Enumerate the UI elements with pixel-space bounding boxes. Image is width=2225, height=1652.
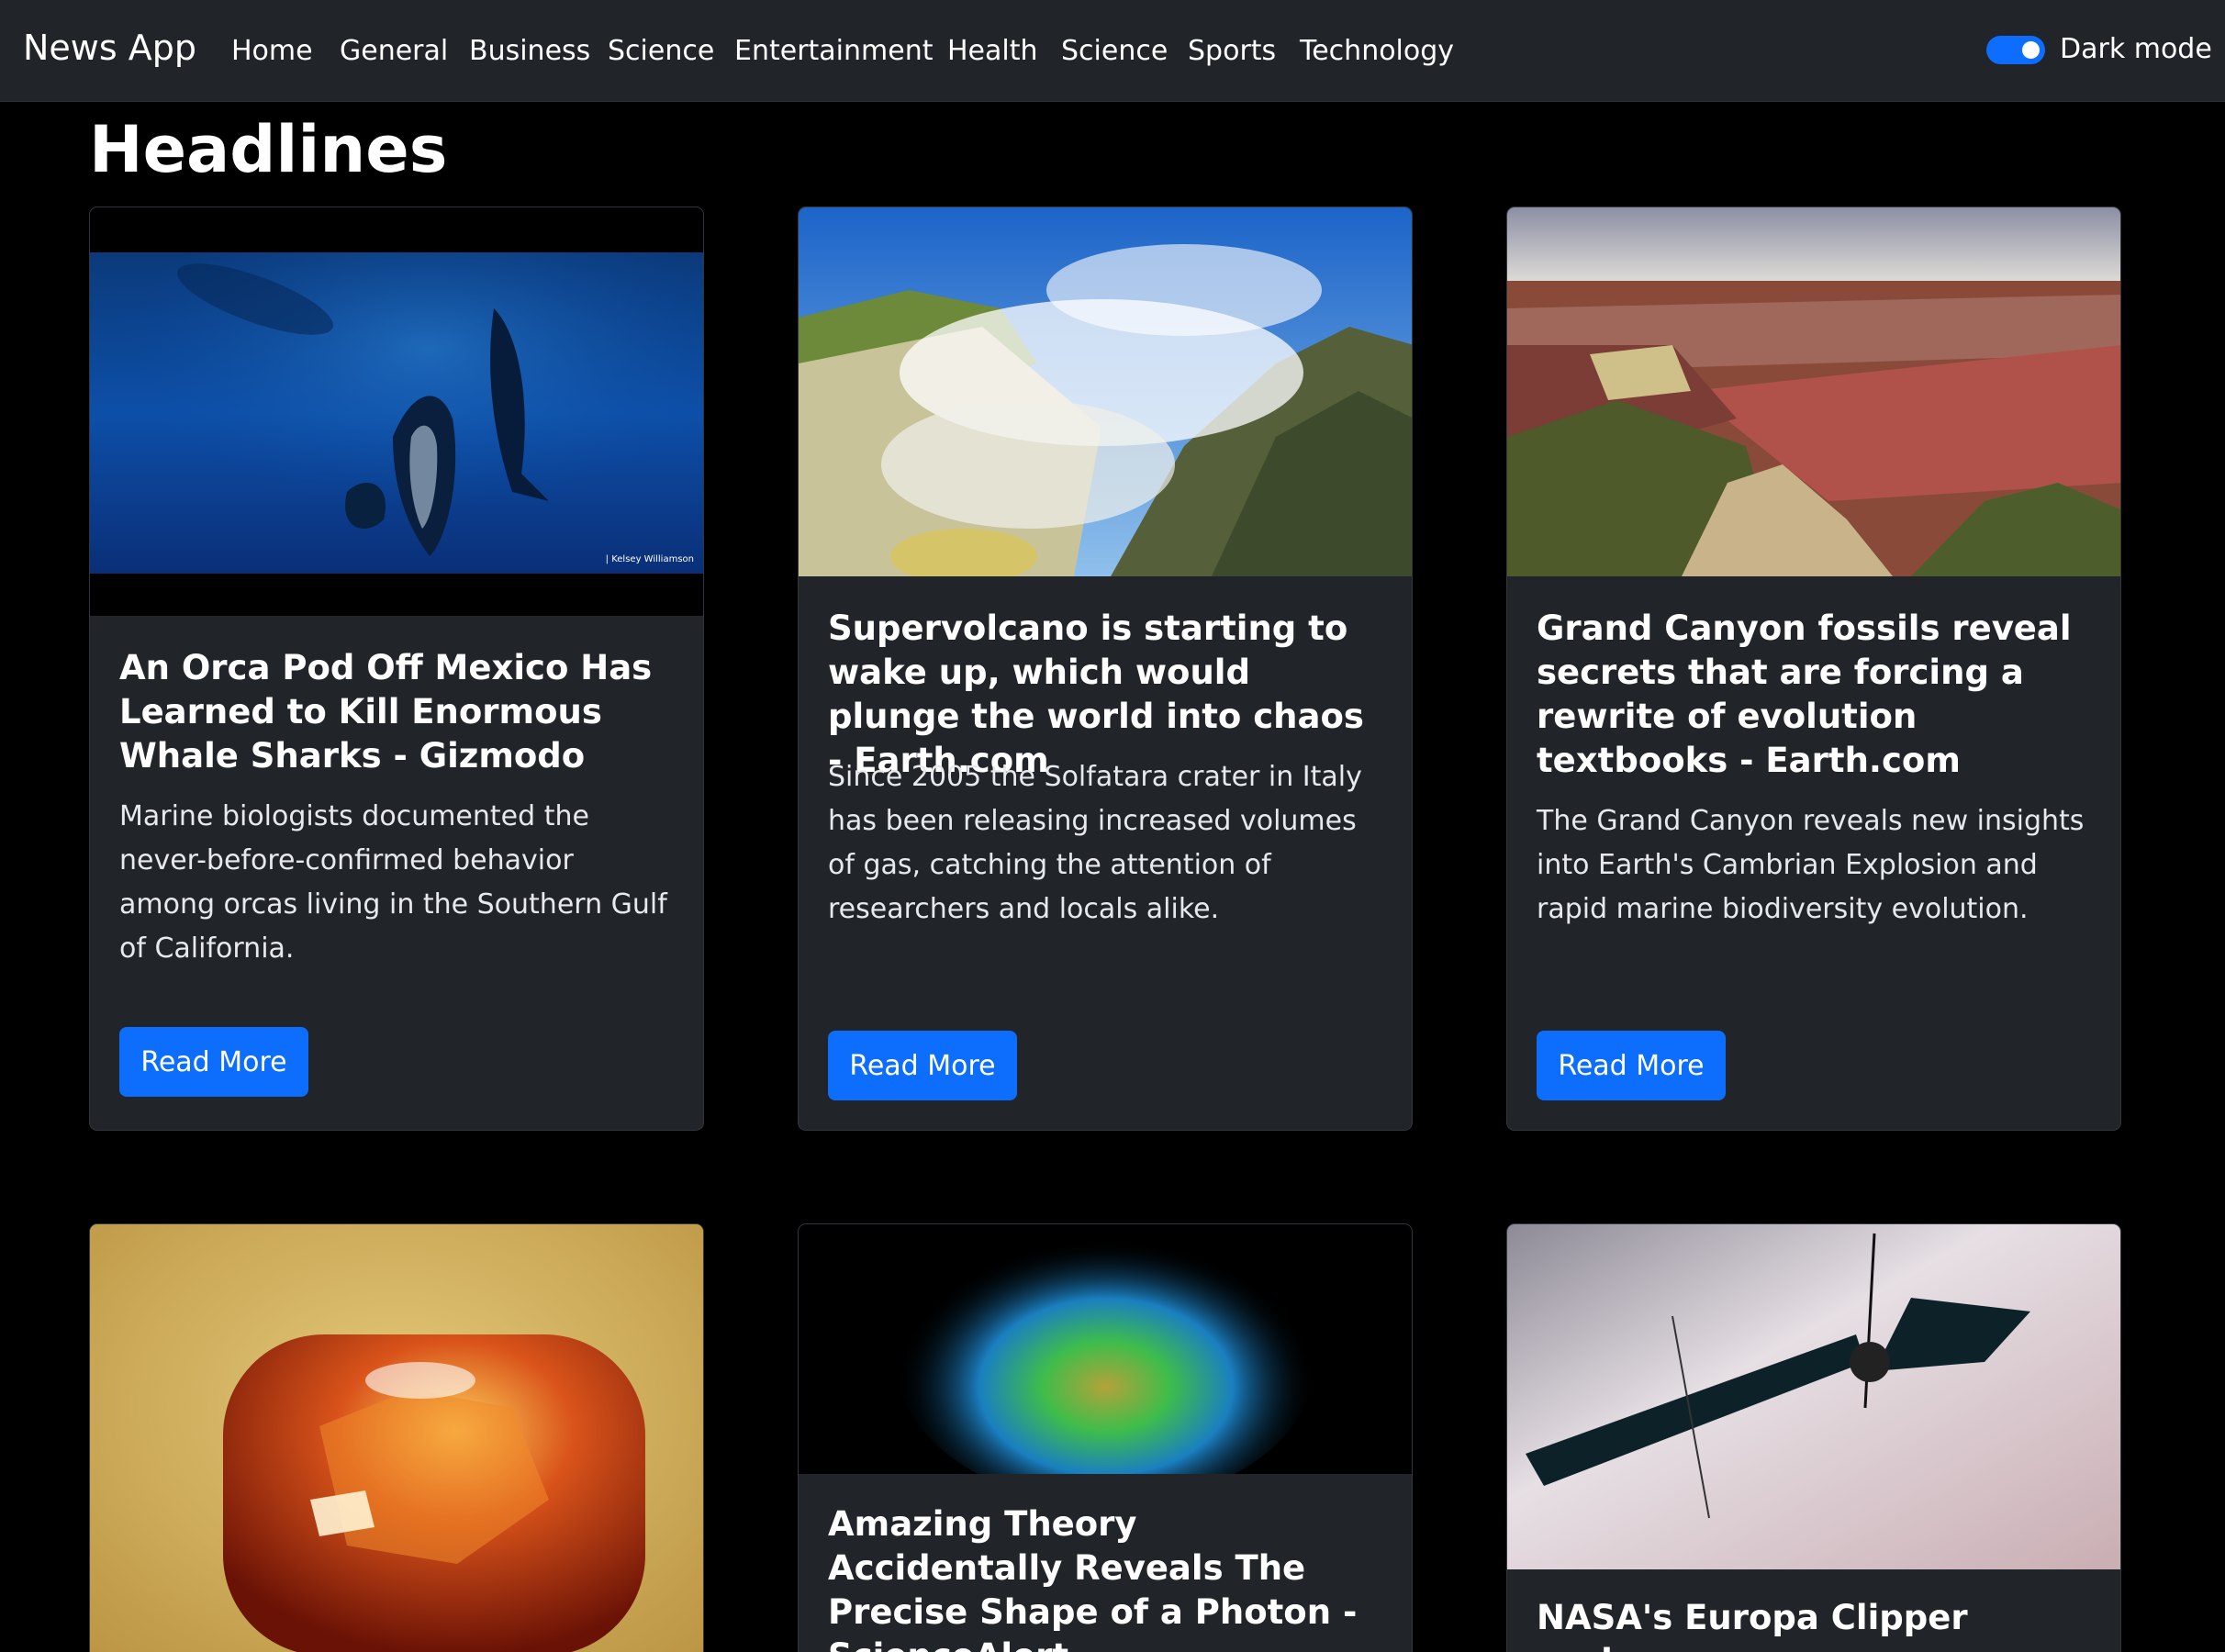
read-more-button[interactable]: Read More [828, 1031, 1017, 1100]
article-card: Amazing Theory Accidentally Reveals The … [798, 1223, 1413, 1652]
article-image[interactable] [799, 207, 1412, 576]
brand-link[interactable]: News App [23, 28, 196, 68]
page-title: Headlines [89, 112, 448, 187]
article-title: An Orca Pod Off Mexico Has Learned to Ki… [119, 648, 653, 776]
article-card: Grand Canyon fossils reveal secrets that… [1506, 206, 2121, 1131]
article-image[interactable] [1507, 1224, 2120, 1569]
toggle-knob [2022, 41, 2040, 59]
dark-mode-label: Dark mode [2060, 33, 2212, 65]
nav-science[interactable]: Science [608, 35, 714, 67]
article-description: Since 2005 the Solfatara crater in Italy… [828, 761, 1362, 925]
read-more-button[interactable]: Read More [1537, 1031, 1726, 1100]
image-credit: | Kelsey Williamson [605, 554, 694, 564]
article-image[interactable] [1507, 207, 2120, 576]
nav-general[interactable]: General [340, 35, 448, 67]
nav-sports[interactable]: Sports [1188, 35, 1276, 67]
article-title: Grand Canyon fossils reveal secrets that… [1537, 608, 2072, 780]
nav-health[interactable]: Health [947, 35, 1038, 67]
article-card: | Kelsey Williamson An Orca Pod Off Mexi… [89, 206, 704, 1131]
dark-mode-toggle[interactable] [1986, 36, 2045, 64]
article-card [89, 1223, 704, 1652]
article-title: NASA's Europa Clipper probe [1537, 1598, 1968, 1652]
article-image[interactable] [799, 1224, 1412, 1474]
nav-science-2[interactable]: Science [1061, 35, 1168, 67]
article-title: Amazing Theory Accidentally Reveals The … [828, 1504, 1358, 1652]
article-card: NASA's Europa Clipper probe [1506, 1223, 2121, 1652]
nav-entertainment[interactable]: Entertainment [734, 35, 933, 67]
nav-technology[interactable]: Technology [1300, 35, 1454, 67]
read-more-button[interactable]: Read More [119, 1027, 308, 1097]
nav-business[interactable]: Business [469, 35, 590, 67]
article-description: The Grand Canyon reveals new insights in… [1537, 805, 2085, 925]
article-card: Supervolcano is starting to wake up, whi… [798, 206, 1413, 1131]
article-image[interactable]: | Kelsey Williamson [90, 207, 703, 616]
article-description: Marine biologists documented the never-b… [119, 800, 667, 965]
nav-home[interactable]: Home [231, 35, 313, 67]
article-image[interactable] [90, 1224, 703, 1652]
top-navbar: News App Home General Business Science E… [0, 0, 2225, 102]
